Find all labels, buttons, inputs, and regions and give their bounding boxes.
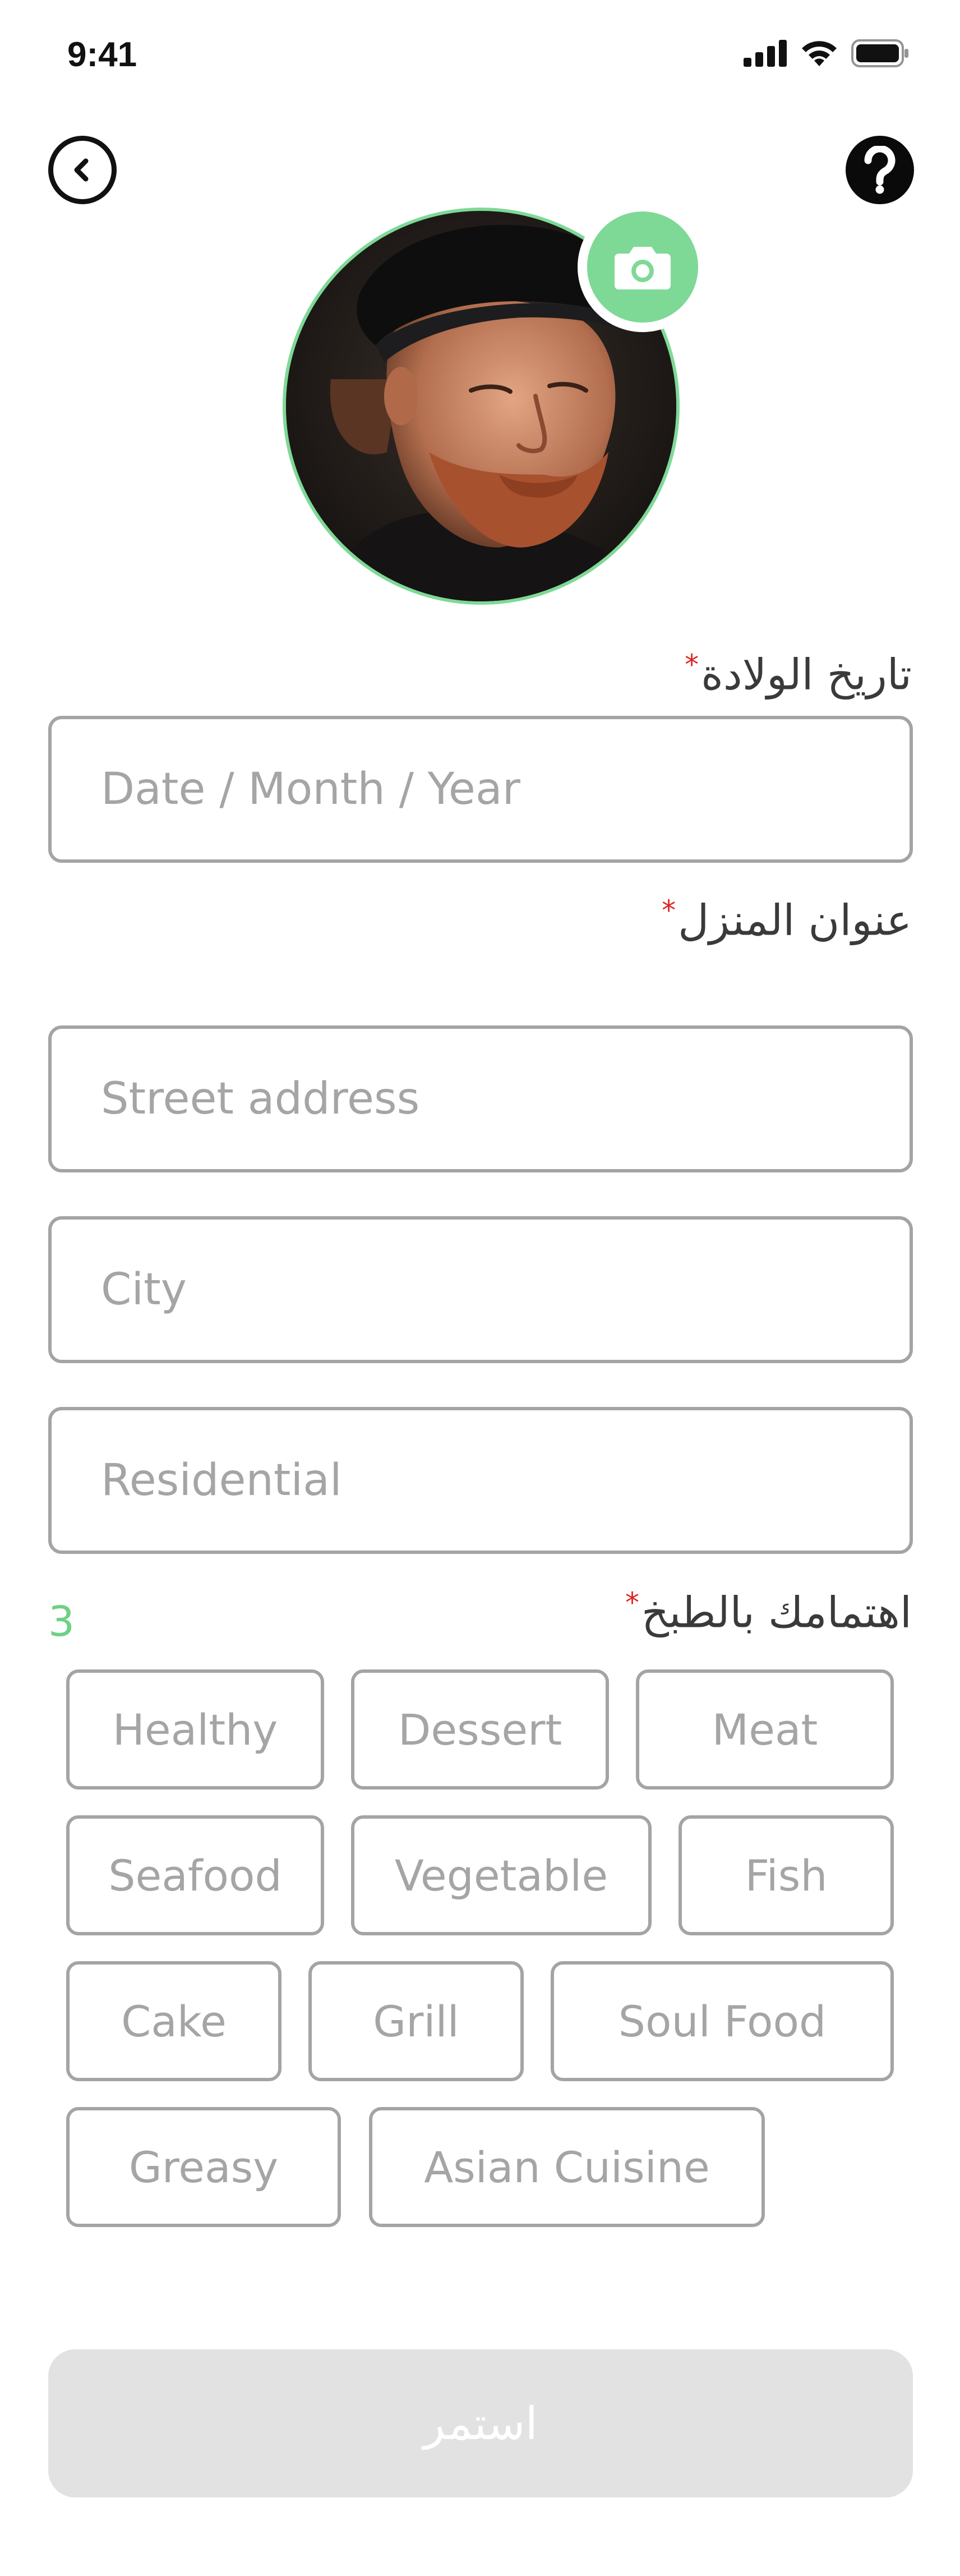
street-address-input[interactable] — [101, 1074, 910, 1124]
question-mark-icon — [864, 146, 896, 194]
chip-seafood[interactable]: Seafood — [66, 1815, 324, 1935]
chip-healthy[interactable]: Healthy — [66, 1669, 324, 1790]
status-icons — [744, 39, 910, 67]
residential-input[interactable] — [101, 1455, 910, 1506]
chip-greasy[interactable]: Greasy — [66, 2107, 341, 2227]
wifi-icon — [802, 41, 837, 66]
chip-asian-cuisine[interactable]: Asian Cuisine — [369, 2107, 765, 2227]
back-button[interactable] — [48, 136, 117, 204]
required-mark: * — [662, 894, 676, 927]
chip-grill[interactable]: Grill — [308, 1961, 524, 2081]
home-address-label: عنوان المنزل* — [662, 894, 912, 945]
selected-count: 3 — [48, 1598, 75, 1646]
chip-meat[interactable]: Meat — [636, 1669, 894, 1790]
chevron-left-icon — [74, 158, 89, 182]
birth-date-field[interactable] — [48, 716, 913, 863]
status-time: 9:41 — [67, 35, 137, 74]
birth-date-label: تاريخ الولادة* — [685, 648, 912, 699]
continue-button[interactable]: استمر — [48, 2349, 913, 2497]
required-mark: * — [625, 1586, 640, 1619]
chip-fish[interactable]: Fish — [679, 1815, 894, 1935]
chip-vegetable[interactable]: Vegetable — [351, 1815, 652, 1935]
chip-soul-food[interactable]: Soul Food — [551, 1961, 894, 2081]
street-address-field[interactable] — [48, 1025, 913, 1172]
cooking-interest-label: اهتمامك بالطبخ* — [625, 1586, 912, 1637]
home-address-label-text: عنوان المنزل — [678, 895, 912, 945]
camera-icon — [615, 247, 671, 289]
change-photo-button[interactable] — [578, 202, 708, 332]
city-input[interactable] — [101, 1264, 910, 1315]
battery-icon — [851, 39, 908, 67]
chip-dessert[interactable]: Dessert — [351, 1669, 609, 1790]
chip-cake[interactable]: Cake — [66, 1961, 281, 2081]
signal-icon — [744, 40, 787, 67]
camera-button-circle — [587, 211, 698, 323]
residential-field[interactable] — [48, 1407, 913, 1554]
cooking-interest-label-text: اهتمامك بالطبخ — [641, 1587, 912, 1637]
required-mark: * — [685, 648, 699, 681]
profile-setup-screen: 9:41 تاريخ الولادة* Date / Month / Year … — [0, 0, 960, 2576]
city-field[interactable] — [48, 1216, 913, 1363]
birth-date-label-text: تاريخ الولادة — [701, 649, 912, 700]
help-button[interactable] — [846, 136, 914, 204]
birth-date-input[interactable] — [101, 764, 910, 815]
